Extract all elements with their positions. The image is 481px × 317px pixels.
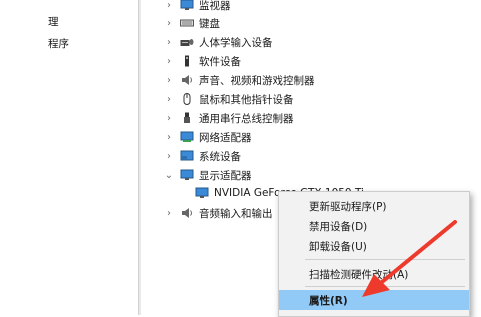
red-arrow-annotation [362,220,457,297]
